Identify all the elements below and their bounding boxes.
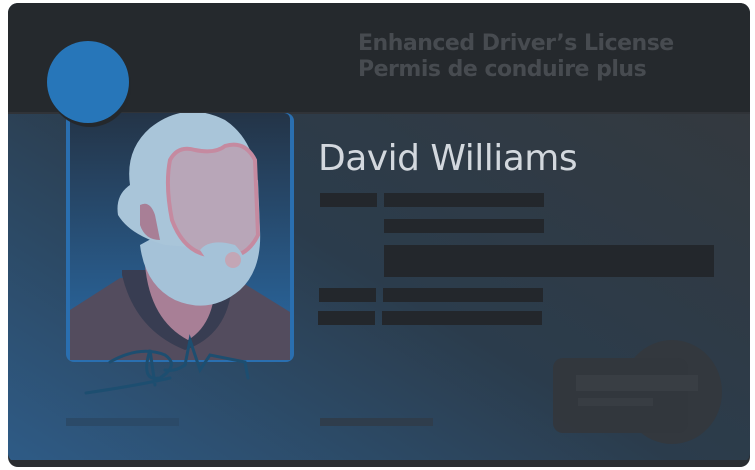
seal-circle <box>47 41 129 123</box>
license-title-en: Enhanced Driver’s License <box>358 31 674 56</box>
holder-name: David Williams <box>318 138 578 179</box>
license-title-fr: Permis de conduire plus <box>358 57 647 82</box>
license-title: Enhanced Driver’s License Permis de cond… <box>358 31 674 83</box>
portrait <box>70 113 290 360</box>
